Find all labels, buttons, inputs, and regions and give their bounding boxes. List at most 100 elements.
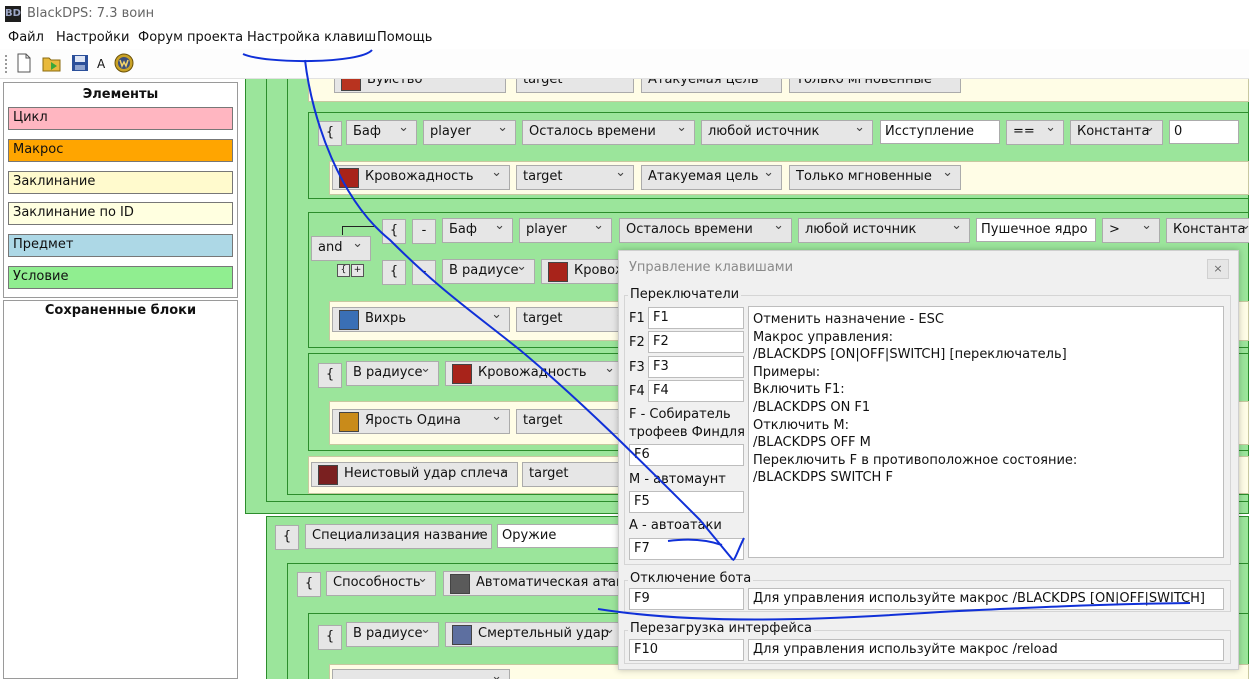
condition-kind-select[interactable]: Способность	[326, 571, 436, 596]
condition-kind-select[interactable]: В радиусе	[346, 361, 439, 386]
switch-autoattack-input[interactable]: F7	[629, 538, 744, 560]
open-folder-icon[interactable]	[42, 53, 62, 73]
cast-type-select[interactable]: Только мгновенные	[789, 79, 961, 93]
element-spell[interactable]: Заклинание	[8, 171, 233, 194]
compare-type-select[interactable]: Константа	[1166, 218, 1249, 243]
switch-label: трофеев Финдля	[629, 425, 745, 440]
element-macro[interactable]: Макрос	[8, 139, 233, 162]
saved-blocks-panel: Сохраненные блоки	[3, 300, 238, 679]
remove-condition-button[interactable]: -	[412, 260, 436, 285]
mini-brace-button[interactable]: {	[337, 264, 350, 277]
spell-select[interactable]: Ярость Одина	[332, 409, 510, 434]
aura-name-input[interactable]: Пушечное ядро	[976, 218, 1096, 242]
reload-hint: Для управления используйте макрос /reloa…	[748, 639, 1224, 661]
switch-f4-input[interactable]: F4	[648, 380, 744, 402]
spell-select[interactable]: Вихрь	[332, 307, 510, 332]
spell-select[interactable]: Кровожадность	[332, 165, 510, 190]
spell-select[interactable]: Кровожадность	[445, 361, 623, 386]
bot-off-key-input[interactable]: F9	[629, 588, 744, 610]
spell-select[interactable]: Смертельный удар	[445, 622, 623, 647]
open-brace-button[interactable]: {	[318, 121, 342, 146]
switch-findle-input[interactable]: F6	[629, 444, 744, 466]
switch-f1-input[interactable]: F1	[648, 307, 744, 329]
menu-bar: Файл Настройки Форум проекта Настройка к…	[0, 28, 1249, 49]
switch-f2-input[interactable]: F2	[648, 331, 744, 353]
new-file-icon[interactable]	[14, 53, 34, 73]
menu-forum[interactable]: Форум проекта	[138, 30, 243, 45]
spec-name-input[interactable]: Оружие	[497, 524, 622, 548]
open-brace-button[interactable]: {	[382, 260, 406, 285]
menu-settings[interactable]: Настройки	[56, 30, 129, 45]
element-item[interactable]: Предмет	[8, 234, 233, 257]
menu-key-settings[interactable]: Настройка клавиш	[247, 30, 376, 45]
unit-select[interactable]: target	[516, 409, 634, 434]
whirlwind-icon	[339, 310, 359, 330]
toolbar: A	[0, 49, 1249, 79]
logic-select[interactable]: and	[311, 236, 371, 261]
param-select[interactable]: Осталось времени	[619, 218, 792, 243]
saved-blocks-title: Сохраненные блоки	[44, 303, 197, 318]
unit-select[interactable]: target	[516, 307, 634, 332]
switch-label: M - автомаунт	[629, 472, 726, 487]
open-brace-button[interactable]: {	[297, 572, 321, 597]
aura-name-input[interactable]: Исступление	[880, 120, 1000, 144]
condition-kind-select[interactable]: Баф	[346, 120, 417, 145]
spell-select[interactable]: Неистовый удар сплеча	[311, 462, 518, 487]
bot-off-hint: Для управления используйте макрос /BLACK…	[748, 588, 1224, 610]
operator-select[interactable]: >	[1102, 218, 1160, 243]
element-spell-by-id[interactable]: Заклинание по ID	[8, 202, 233, 225]
switch-automount-input[interactable]: F5	[629, 491, 744, 513]
condition-kind-select[interactable]: Специализация название	[305, 524, 492, 549]
switch-label: F - Собиратель	[629, 407, 731, 422]
element-condition[interactable]: Условие	[8, 266, 233, 289]
elements-title: Элементы	[82, 87, 159, 102]
furious-slash-icon	[318, 465, 338, 485]
mini-add-button[interactable]: +	[351, 264, 364, 277]
open-brace-button[interactable]: {	[382, 219, 406, 244]
value-input[interactable]: 0	[1169, 120, 1239, 144]
condition-kind-select[interactable]: В радиусе	[346, 622, 439, 647]
condition-kind-select[interactable]: Баф	[442, 218, 513, 243]
wow-logo-icon[interactable]	[114, 53, 134, 73]
close-icon[interactable]: ×	[1207, 259, 1229, 279]
reload-key-input[interactable]: F10	[629, 639, 744, 661]
open-brace-button[interactable]: {	[318, 363, 342, 388]
switch-f3-input[interactable]: F3	[648, 356, 744, 378]
open-brace-button[interactable]: {	[275, 525, 299, 550]
unit-select[interactable]: player	[423, 120, 516, 145]
switch-label: F1	[629, 311, 645, 326]
operator-select[interactable]: ==	[1006, 120, 1064, 145]
unit-select[interactable]: player	[519, 218, 612, 243]
toolbar-grip	[5, 55, 7, 73]
remove-condition-button[interactable]: -	[412, 219, 436, 244]
instructions-text: Отменить назначение - ESC Макрос управле…	[748, 306, 1224, 558]
compare-type-select[interactable]: Константа	[1070, 120, 1163, 145]
spell-select[interactable]: Автоматическая атака	[443, 571, 621, 596]
source-select[interactable]: любой источник	[701, 120, 873, 145]
spell-select[interactable]	[332, 669, 510, 679]
condition-kind-select[interactable]: В радиусе	[442, 259, 535, 284]
reload-label: Перезагрузка интерфейса	[628, 621, 814, 636]
element-cycle[interactable]: Цикл	[8, 107, 233, 130]
unit-select[interactable]: target	[516, 79, 634, 93]
bloodthirst-icon	[548, 262, 568, 282]
menu-help[interactable]: Помощь	[377, 30, 432, 45]
switch-label: F2	[629, 335, 645, 350]
spell-select[interactable]: Буйство	[334, 79, 506, 93]
window-title: BlackDPS: 7.3 воин	[27, 6, 155, 21]
param-select[interactable]: Осталось времени	[522, 120, 695, 145]
toolbar-letter-a[interactable]: A	[97, 57, 105, 71]
target-type-select[interactable]: Атакуемая цель	[641, 165, 782, 190]
title-bar: BD BlackDPS: 7.3 воин	[0, 0, 1249, 28]
menu-file[interactable]: Файл	[8, 30, 44, 45]
open-brace-button[interactable]: {	[318, 625, 342, 650]
app-icon: BD	[5, 6, 21, 22]
unit-select[interactable]: target	[516, 165, 634, 190]
cast-type-select[interactable]: Только мгновенные	[789, 165, 961, 190]
bot-off-label: Отключение бота	[628, 571, 754, 586]
key-bindings-dialog: Управление клавишами × Переключатели F1 …	[618, 250, 1239, 670]
mortal-strike-icon	[452, 625, 472, 645]
source-select[interactable]: любой источник	[798, 218, 970, 243]
save-icon[interactable]	[70, 53, 90, 73]
target-type-select[interactable]: Атакуемая цель	[641, 79, 782, 93]
